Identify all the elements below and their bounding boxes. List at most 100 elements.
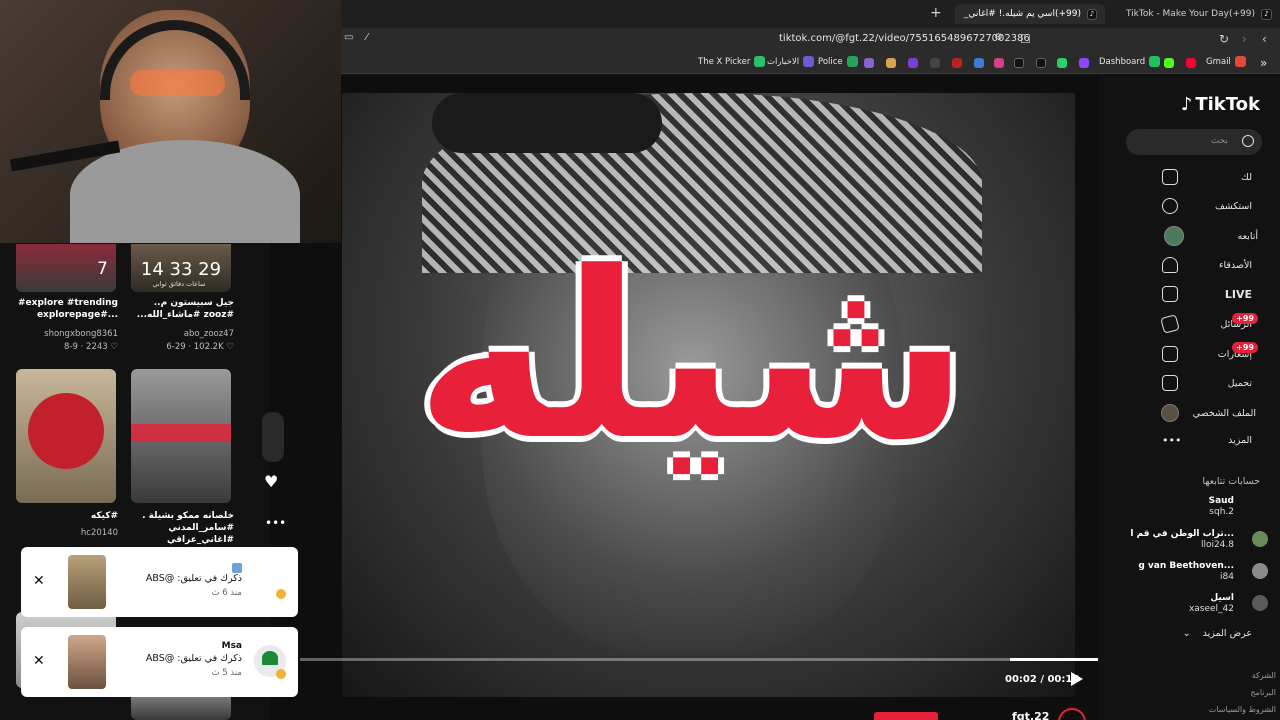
nav-upload[interactable]: تحميل bbox=[1162, 375, 1252, 391]
bookmark-news[interactable]: الاخبارات bbox=[767, 56, 815, 67]
tab-current-video[interactable]: ♪ (99+)اسي يم شيله.! #اغاني_عراقي bbox=[955, 4, 1105, 24]
followed-account[interactable]: اسيل xaseel_42 bbox=[1189, 593, 1234, 615]
screen-icon[interactable]: ▭ bbox=[344, 32, 353, 43]
video-author-name[interactable]: fgt.22 bbox=[1012, 710, 1049, 720]
reload-icon[interactable]: ↻ bbox=[1219, 32, 1229, 46]
whatsapp-icon[interactable] bbox=[1057, 58, 1067, 68]
close-icon[interactable]: ✕ bbox=[33, 653, 45, 669]
video-thumbnail-singer[interactable] bbox=[131, 369, 231, 503]
image-icon bbox=[232, 563, 242, 573]
nav-profile[interactable]: الملف الشخصي bbox=[1160, 404, 1256, 422]
bookmark-icon-3[interactable] bbox=[908, 58, 918, 68]
followed-avatar[interactable] bbox=[1252, 531, 1268, 547]
following-section-title: حسابات تتابعها bbox=[1202, 476, 1260, 487]
upload-icon bbox=[1162, 375, 1178, 391]
video-stats: 8-9 · 2243 ♡ bbox=[64, 342, 118, 352]
footer-link-program[interactable]: البرنامج bbox=[1250, 688, 1276, 697]
nav-more[interactable]: ••• المزيد bbox=[1162, 434, 1252, 447]
bottom-accent bbox=[874, 712, 938, 720]
bookmark-icon[interactable]: ☐ bbox=[1020, 32, 1031, 46]
video-author[interactable]: shongxbong8361 bbox=[0, 328, 118, 340]
video-stats: 6-29 · 102.2K ♡ bbox=[166, 342, 234, 352]
bookmark-police[interactable]: Police bbox=[818, 56, 858, 67]
nav-friends[interactable]: الأصدقاء bbox=[1162, 257, 1252, 273]
chevron-down-icon: ⌄ bbox=[1182, 628, 1191, 639]
notification-time: منذ 5 ث bbox=[211, 668, 242, 678]
like-heart-icon[interactable]: ♥ bbox=[264, 472, 278, 491]
url-field[interactable]: tiktok.com/@fgt.22/video/755165489672700… bbox=[779, 33, 1030, 44]
cake-shape bbox=[28, 393, 104, 469]
video-author[interactable]: abo_zooz47 bbox=[116, 328, 234, 340]
police-icon bbox=[846, 56, 858, 67]
more-dots-icon[interactable]: ••• bbox=[265, 516, 286, 530]
footer-link-company[interactable]: الشركة bbox=[1252, 671, 1276, 680]
followed-avatar[interactable] bbox=[1252, 595, 1268, 611]
messages-badge: +99 bbox=[1232, 313, 1258, 324]
video-progress-fill bbox=[1010, 658, 1098, 661]
bookmark-icon-4[interactable] bbox=[930, 58, 940, 68]
search-input[interactable]: بحث bbox=[1126, 129, 1262, 155]
footer-link-terms[interactable]: الشروط والسياسات bbox=[1209, 705, 1276, 714]
x-bookmark-icon[interactable] bbox=[1036, 58, 1046, 68]
grey-hoodie bbox=[70, 140, 300, 243]
inbox-icon bbox=[1162, 346, 1178, 362]
forward-icon[interactable]: › bbox=[1242, 32, 1247, 46]
notification-text: ذكرك في تعليق: @ABS bbox=[145, 653, 242, 664]
video-caption[interactable]: جيل سبيستون م.. #zooz #ماشاء_الله... bbox=[116, 297, 234, 321]
video-author[interactable]: hc20140 bbox=[0, 527, 118, 539]
headband bbox=[432, 93, 662, 153]
nav-for-you[interactable]: لك bbox=[1162, 169, 1252, 185]
compass-icon bbox=[1162, 198, 1178, 214]
play-icon[interactable] bbox=[1071, 672, 1083, 686]
video-nav-pill[interactable] bbox=[262, 412, 284, 462]
video-caption[interactable]: خلصانه ممكو بشيلة . #سامر_المدني #اغاني_… bbox=[116, 510, 234, 546]
video-progress-bar[interactable] bbox=[300, 658, 1098, 661]
followed-avatar[interactable] bbox=[1252, 563, 1268, 579]
nav-explore[interactable]: استكشف bbox=[1162, 198, 1252, 214]
notification-thumbnail bbox=[68, 635, 106, 689]
tiktok-favicon-icon: ♪ bbox=[1087, 8, 1097, 20]
red-text-band bbox=[131, 424, 231, 442]
video-frame[interactable]: شيله bbox=[342, 93, 1075, 697]
instagram-icon[interactable] bbox=[994, 58, 1004, 68]
see-more-button[interactable]: ⌄ عرض المزيد bbox=[1183, 628, 1252, 639]
search-icon bbox=[1242, 135, 1254, 147]
bookmark-icon-5[interactable] bbox=[952, 58, 962, 68]
back-icon[interactable]: ‹ bbox=[1262, 32, 1267, 46]
youtube-icon[interactable] bbox=[1186, 58, 1196, 68]
new-tab-button[interactable]: + bbox=[930, 5, 942, 21]
bookmark-icon-1[interactable] bbox=[864, 58, 874, 68]
bookmarks-overflow-icon[interactable]: » bbox=[1260, 56, 1267, 70]
nav-following[interactable]: أتابعه bbox=[1164, 226, 1258, 246]
bookmark-gmail[interactable]: Gmail bbox=[1206, 56, 1246, 67]
nav-live[interactable]: LIVE bbox=[1162, 286, 1252, 302]
bookmark-x-picker[interactable]: The X Picker bbox=[698, 56, 766, 67]
kick-icon[interactable] bbox=[1164, 58, 1174, 68]
followed-account[interactable]: g van Beethoven... i84 bbox=[1138, 561, 1234, 583]
x-picker-icon bbox=[754, 56, 766, 67]
bookmark-icon-6[interactable] bbox=[974, 58, 984, 68]
close-icon[interactable]: ✕ bbox=[33, 573, 45, 589]
video-caption[interactable]: #كيكه bbox=[0, 510, 118, 522]
more-icon: ••• bbox=[1162, 434, 1182, 447]
gold-badge-icon bbox=[276, 589, 286, 599]
countdown-numbers: 14 33 29 bbox=[140, 259, 222, 280]
tiktok-note-icon: ♪ bbox=[1180, 94, 1193, 115]
twitch-icon[interactable] bbox=[1079, 58, 1089, 68]
bookmark-icon-2[interactable] bbox=[886, 58, 896, 68]
bookmark-dashboard[interactable]: Dashboard bbox=[1099, 56, 1161, 67]
tab-tiktok-home[interactable]: ♪ (99+)TikTok - Make Your Day bbox=[1102, 4, 1280, 24]
tiktok-logo[interactable]: ♪ TikTok bbox=[1181, 94, 1260, 115]
followed-account[interactable]: Saud sqh.2 bbox=[1209, 496, 1234, 518]
notification-toast[interactable]: ✕ Msa ذكرك في تعليق: @ABS منذ 5 ث bbox=[21, 627, 298, 697]
notification-thumbnail bbox=[68, 555, 106, 609]
site-settings-icon[interactable]: ⚙ bbox=[994, 32, 1003, 43]
video-caption[interactable]: explore #trending# ...#explorepage bbox=[0, 297, 118, 321]
tiktok-bookmark-icon[interactable] bbox=[1014, 58, 1024, 68]
video-thumbnail-cake[interactable] bbox=[16, 369, 116, 503]
profile-icon bbox=[1160, 404, 1179, 422]
countdown-labels: ساعات دقائق ثواني bbox=[152, 280, 206, 288]
notification-toast[interactable]: ✕ ذكرك في تعليق: @ABS منذ 6 ث bbox=[21, 547, 298, 617]
followed-account[interactable]: تراب الوطن في قم ا... lloi24.8 bbox=[1130, 529, 1234, 551]
translate-icon[interactable]: ⁄ bbox=[366, 32, 368, 43]
